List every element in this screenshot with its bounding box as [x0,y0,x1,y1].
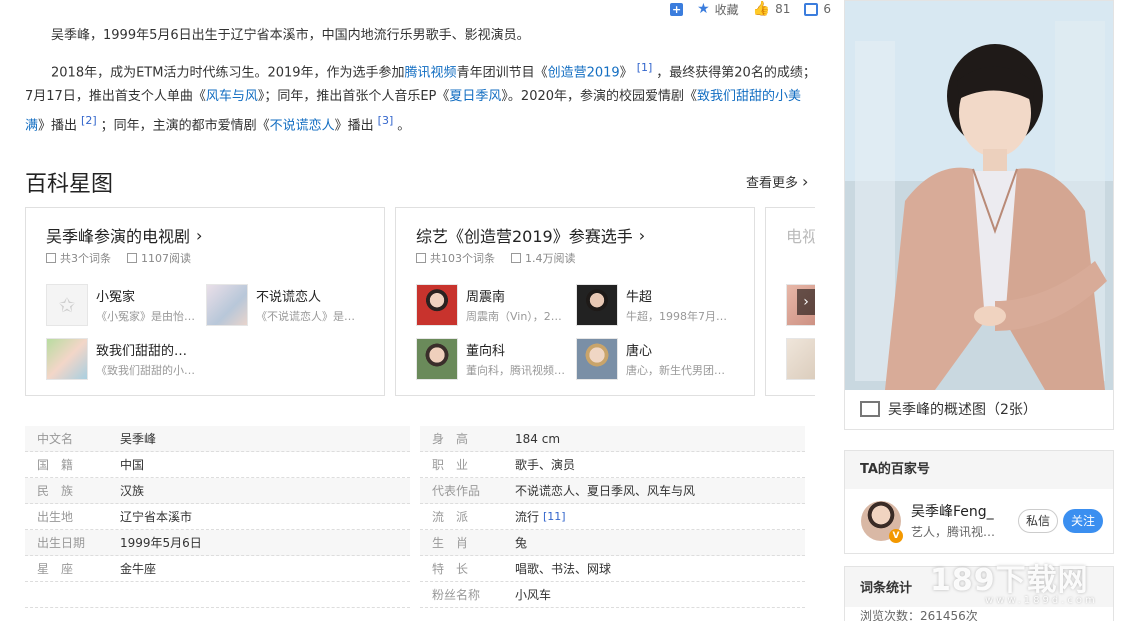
plus-icon: + [670,2,684,16]
info-row: 国 籍中国 [25,452,410,478]
site-watermark: 189下载网 [930,563,1089,598]
info-row: 特 长唱歌、书法、网球 [420,556,805,582]
info-row: 流 派流行 [11] [420,504,805,530]
account-name[interactable]: 吴季峰Feng_ [911,501,994,521]
card-entry[interactable]: 不说谎恋人 《不说谎恋人》是… [206,284,366,328]
link-fengche-yu-feng[interactable]: 风车与风 [206,89,258,104]
card-entry[interactable]: 牛超 牛超，1998年7月… [576,284,736,328]
view-count: 浏览次数：261456次 [860,609,978,621]
entries-icon [416,253,426,263]
ref-1[interactable]: [1] [637,61,653,74]
info-row: 职 业歌手、演员 [420,452,805,478]
thumbs-up-icon: 👍 [752,1,771,17]
summary-picture[interactable]: 吴季峰的概述图（2张） [844,0,1114,430]
card-meta: 共3个词条 1107阅读 [46,250,191,266]
star-map-title: 百科星图 [25,172,114,197]
add-button[interactable]: + [670,2,684,16]
card-title[interactable]: 吴季峰参演的电视剧 › [46,223,202,247]
like-count: 81 [775,2,791,16]
collect-button[interactable]: ★ 收藏 [697,1,739,18]
star-icon: ★ [697,1,710,17]
star-card-tv-dramas[interactable]: 吴季峰参演的电视剧 › 共3个词条 1107阅读 ✩ 小冤家 《小冤家》是由怡… … [25,207,385,396]
entry-thumbnail [786,338,815,380]
ref-3[interactable]: [3] [378,114,394,127]
card-entry[interactable] [786,338,815,382]
entry-thumbnail [576,284,618,326]
star-card-chuangzaoying[interactable]: 综艺《创造营2019》参赛选手 › 共103个词条 1.4万阅读 周震南 周震南（… [395,207,755,396]
entry-thumbnail [46,338,88,380]
picture-icon [860,401,880,417]
placeholder-star-icon: ✩ [46,284,88,326]
card-meta: 共103个词条 1.4万阅读 [416,250,576,266]
baijiahao-title: TA的百家号 [845,451,1113,489]
entry-thumbnail [416,284,458,326]
summary-paragraph-2: 2018年，成为ETM活力时代练习生。2019年，作为选手参加腾讯视频青年团训节… [25,61,816,134]
carousel-next-button[interactable]: › [797,289,815,315]
link-tencent-video[interactable]: 腾讯视频 [405,65,457,80]
ref-11[interactable]: [11] [543,510,566,523]
share-button[interactable]: 6 [804,2,831,16]
link-representative-works[interactable]: 不说谎恋人、夏日季风、风车与风 [515,482,695,499]
star-map-cards: 吴季峰参演的电视剧 › 共3个词条 1107阅读 ✩ 小冤家 《小冤家》是由怡… … [25,207,815,396]
info-row-empty [25,582,410,608]
info-row: 星 座金牛座 [25,556,410,582]
entry-thumbnail [206,284,248,326]
chevron-right-icon: › [803,294,809,310]
ref-2[interactable]: [2] [81,114,97,127]
baijiahao-panel: TA的百家号 V 吴季峰Feng_ 艺人，腾讯视… 私信 关注 [844,450,1114,554]
info-row: 生 肖兔 [420,530,805,556]
chevron-right-icon: › [638,225,646,245]
entry-thumbnail [576,338,618,380]
see-more-link[interactable]: 查看更多 › [746,172,809,192]
card-title[interactable]: 综艺《创造营2019》参赛选手 › [416,223,645,247]
link-chuangzaoying[interactable]: 创造营2019 [548,65,620,80]
site-watermark-url: www.189d.com [985,595,1098,606]
share-count: 6 [823,2,831,16]
follow-button[interactable]: 关注 [1063,509,1103,533]
info-column-left: 中文名 吴季峰 国 籍中国 民 族汉族 出生地 辽宁省本溪市 出生日期 1999年5月… [25,426,410,608]
info-row: 出生日期 1999年5月6日 [25,530,410,556]
summary-paragraph-1: 吴季峰，1999年5月6日出生于辽宁省本溪市，中国内地流行乐男歌手、影视演员。 [51,28,530,43]
info-row: 粉丝名称 小风车 [420,582,805,608]
card-entry[interactable]: 唐心 唐心，新生代男团… [576,338,736,382]
info-row: 身 高 184 cm [420,426,805,452]
reads-icon [127,253,137,263]
entry-toolbar: + ★ 收藏 👍 81 6 [670,0,831,18]
collect-label: 收藏 [714,2,739,17]
share-icon [804,2,819,16]
card-entry[interactable]: 致我们甜甜的… 《致我们甜甜的小… [46,338,206,382]
link-taurus[interactable]: 金牛座 [120,560,156,577]
info-column-right: 身 高 184 cm 职 业歌手、演员 代表作品 不说谎恋人、夏日季风、风车与风 流… [420,426,805,608]
info-row: 中文名 吴季峰 [25,426,410,452]
card-entry[interactable]: 周震南 周震南（Vin），2… [416,284,576,328]
card-title[interactable]: 电视 [786,223,815,247]
verified-badge-icon: V [889,529,903,543]
info-row: 民 族汉族 [25,478,410,504]
person-illustration [845,1,1113,390]
entry-thumbnail [416,338,458,380]
account-description: 艺人，腾讯视… [911,525,996,539]
lemma-summary: 吴季峰，1999年5月6日出生于辽宁省本溪市，中国内地流行乐男歌手、影视演员。 … [25,24,820,147]
reads-icon [511,253,521,263]
entries-icon [46,253,56,263]
card-entry[interactable]: ✩ 小冤家 《小冤家》是由怡… [46,284,206,328]
person-photo[interactable] [845,1,1113,390]
chevron-right-icon: › [802,172,809,191]
link-xiari-jifeng[interactable]: 夏日季风 [449,89,501,104]
info-row: 出生地 辽宁省本溪市 [25,504,410,530]
private-message-button[interactable]: 私信 [1018,509,1058,533]
like-button[interactable]: 👍 81 [753,1,791,17]
card-entry[interactable]: 董向科 董向科，腾讯视频… [416,338,576,382]
photo-caption[interactable]: 吴季峰的概述图（2张） [860,399,1037,419]
link-china[interactable]: 中国 [120,456,144,473]
chevron-right-icon: › [196,225,203,245]
link-bushuohuang-lianren[interactable]: 不说谎恋人 [270,119,335,134]
info-row: 代表作品 不说谎恋人、夏日季风、风车与风 [420,478,805,504]
